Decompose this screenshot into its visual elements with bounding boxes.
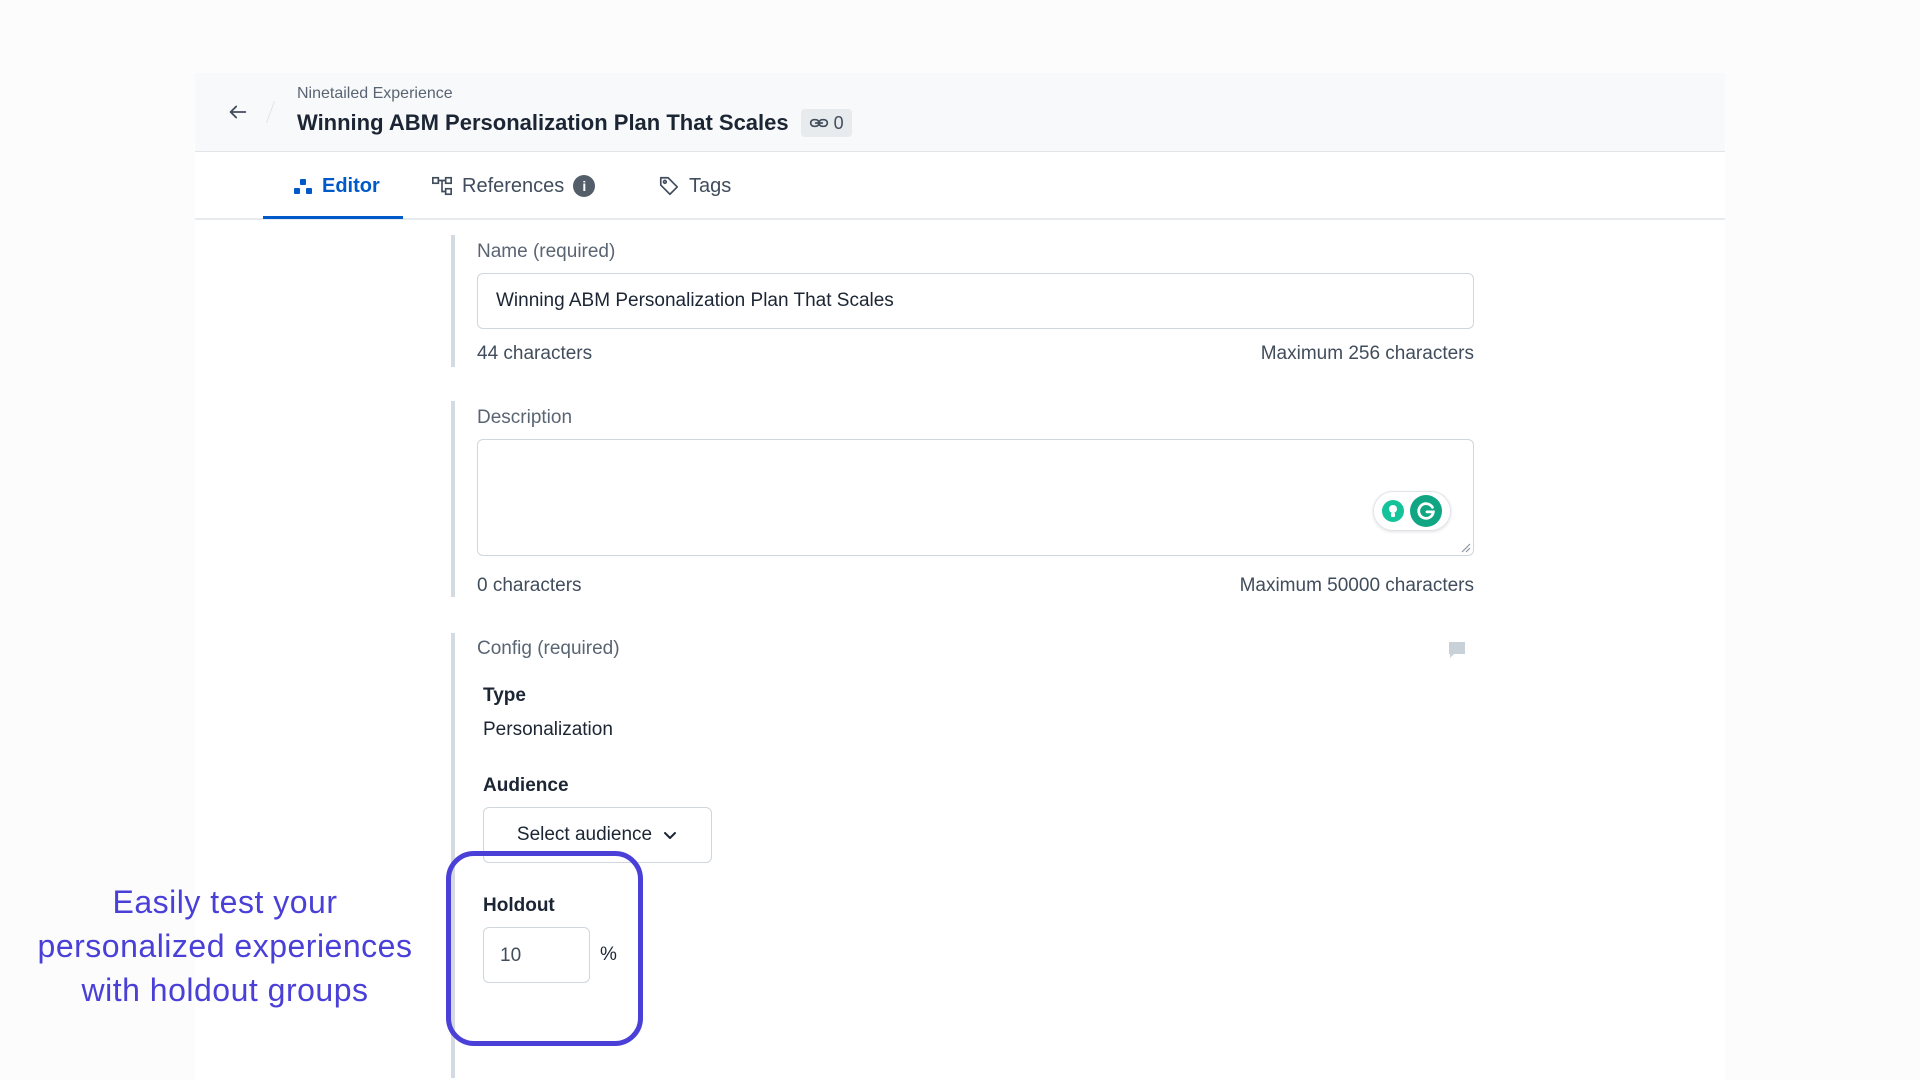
description-field-label: Description xyxy=(477,407,573,428)
reference-count: 0 xyxy=(833,112,844,133)
info-icon[interactable]: i xyxy=(573,175,596,197)
tab-tags-label: Tags xyxy=(689,174,732,197)
name-field-label: Name (required) xyxy=(477,241,616,262)
grammarly-icon xyxy=(1410,495,1442,527)
link-icon xyxy=(809,118,828,128)
references-icon xyxy=(432,176,452,196)
lightbulb-icon xyxy=(1382,500,1404,522)
name-input-value: Winning ABM Personalization Plan That Sc… xyxy=(496,290,894,311)
annotation-caption: Easily test your personalized experience… xyxy=(37,884,413,1008)
tab-references[interactable]: References i xyxy=(431,152,596,220)
type-value: Personalization xyxy=(483,719,613,740)
description-char-count: 0 characters xyxy=(477,575,582,596)
tab-references-label: References xyxy=(462,174,565,197)
content-type-name: Ninetailed Experience xyxy=(297,85,453,102)
page: Ninetailed Experience Winning ABM Person… xyxy=(0,0,1920,1080)
entry-title-row: Winning ABM Personalization Plan That Sc… xyxy=(297,109,852,137)
field-indicator-description xyxy=(451,401,455,597)
select-audience-label: Select audience xyxy=(516,824,653,845)
chevron-down-icon xyxy=(664,832,677,839)
comment-icon[interactable] xyxy=(1447,640,1467,660)
entry-header: Ninetailed Experience Winning ABM Person… xyxy=(195,73,1725,152)
config-field-label: Config (required) xyxy=(477,638,620,659)
tag-icon xyxy=(659,176,679,196)
entry-title: Winning ABM Personalization Plan That Sc… xyxy=(297,110,789,135)
reference-count-badge[interactable]: 0 xyxy=(800,109,852,137)
name-input[interactable]: Winning ABM Personalization Plan That Sc… xyxy=(477,273,1474,329)
description-textarea[interactable] xyxy=(477,439,1474,556)
holdout-highlight xyxy=(446,851,643,1046)
name-char-count: 44 characters xyxy=(477,343,593,364)
entry-tabs: Editor References i Tags xyxy=(195,152,1725,220)
active-tab-indicator xyxy=(263,216,403,219)
resize-handle-icon[interactable] xyxy=(1459,541,1471,553)
back-button[interactable] xyxy=(223,97,253,127)
type-label: Type xyxy=(483,685,526,706)
name-char-max: Maximum 256 characters xyxy=(1260,343,1474,364)
field-indicator-name xyxy=(451,235,455,367)
grammarly-widget[interactable] xyxy=(1373,491,1451,531)
tab-editor[interactable]: Editor xyxy=(293,152,380,220)
description-char-max: Maximum 50000 characters xyxy=(1239,575,1474,596)
editor-icon xyxy=(294,179,312,194)
tab-editor-label: Editor xyxy=(322,174,380,197)
tab-tags[interactable]: Tags xyxy=(658,152,731,220)
arrow-left-icon xyxy=(229,105,247,119)
header-divider xyxy=(265,101,276,123)
audience-label: Audience xyxy=(483,775,569,796)
